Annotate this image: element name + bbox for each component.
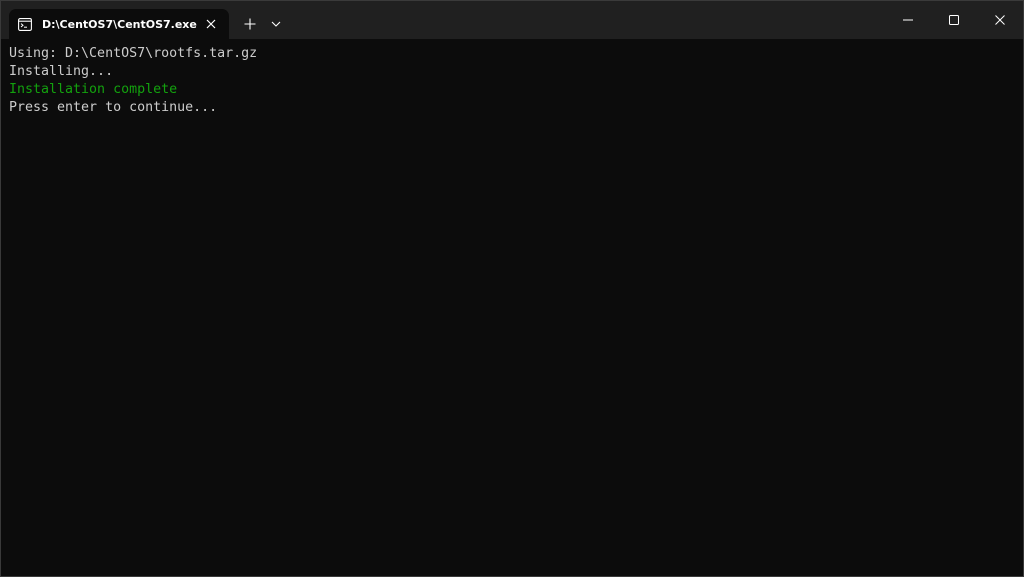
tab-close-button[interactable] [201, 14, 221, 34]
output-line-using: Using: D:\CentOS7\rootfs.tar.gz [9, 46, 258, 61]
output-line-installing: Installing... [9, 64, 114, 79]
new-tab-button[interactable] [237, 12, 263, 36]
tab-active[interactable]: D:\CentOS7\CentOS7.exe [9, 9, 229, 39]
caption-buttons [885, 1, 1023, 39]
minimize-button[interactable] [885, 1, 931, 39]
output-line-complete: Installation complete [9, 82, 178, 97]
plus-icon [244, 18, 256, 30]
output-line-prompt: Press enter to continue... [9, 100, 218, 115]
maximize-icon [949, 15, 959, 25]
console-icon [18, 17, 32, 31]
minimize-icon [903, 19, 913, 21]
terminal-output[interactable]: Using: D:\CentOS7\rootfs.tar.gz Installi… [1, 39, 1023, 576]
close-icon [995, 15, 1005, 25]
tab-title: D:\CentOS7\CentOS7.exe [42, 17, 197, 31]
title-bar[interactable]: D:\CentOS7\CentOS7.exe [1, 1, 1023, 39]
maximize-button[interactable] [931, 1, 977, 39]
tab-dropdown-button[interactable] [265, 12, 287, 36]
close-window-button[interactable] [977, 1, 1023, 39]
chevron-down-icon [271, 21, 281, 27]
close-icon [206, 19, 216, 29]
terminal-window: D:\CentOS7\CentOS7.exe Using: D:\CentOS7… [0, 0, 1024, 577]
